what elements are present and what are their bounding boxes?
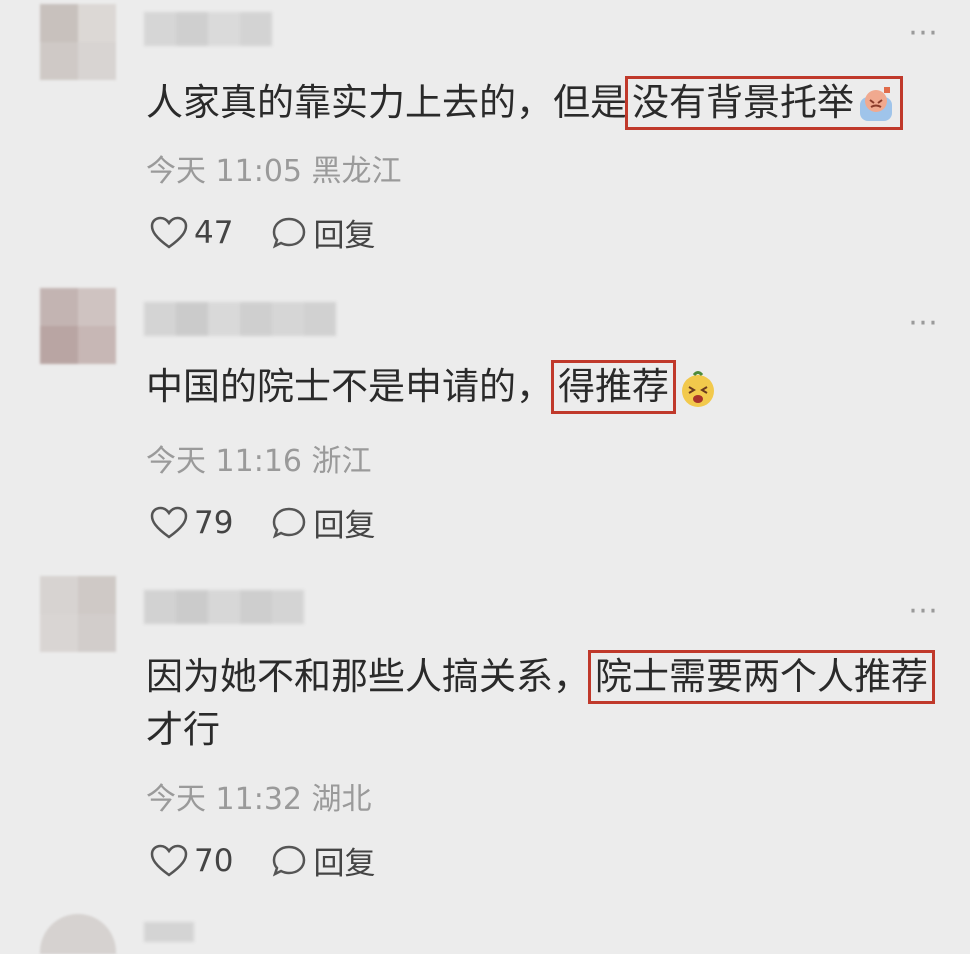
like-button[interactable]: 79 — [150, 505, 233, 541]
avatar-tile — [40, 42, 78, 80]
highlight-box: 院士需要两个人推荐 — [588, 650, 935, 704]
timestamp: 今天 11:16 — [146, 444, 302, 479]
comment-actions: 47 回复 — [150, 210, 413, 255]
avatar-partial[interactable] — [40, 914, 116, 954]
avatar-tile — [78, 288, 116, 326]
username-block — [176, 12, 208, 46]
avatar-tile — [40, 614, 78, 652]
comment-text-after: 才行 — [146, 708, 220, 751]
username-block — [208, 12, 240, 46]
more-options-icon[interactable]: ⋯ — [908, 18, 940, 48]
like-button[interactable]: 47 — [150, 215, 233, 251]
avatar-tile — [40, 288, 78, 326]
comment-text: 人家真的靠实力上去的，但是 没有背景托举 — [146, 76, 903, 130]
reply-button[interactable]: 回复 — [271, 838, 375, 883]
timestamp: 今天 11:05 — [146, 154, 302, 189]
username-blurred[interactable] — [144, 590, 304, 624]
comment-actions: 79 回复 — [150, 500, 413, 545]
username-block — [240, 302, 272, 336]
username-block — [208, 590, 240, 624]
avatar-tile — [78, 576, 116, 614]
username-blurred[interactable] — [144, 12, 272, 46]
avatar-tile — [78, 614, 116, 652]
reply-button[interactable]: 回复 — [271, 500, 375, 545]
heart-icon — [150, 506, 188, 539]
like-count: 47 — [194, 214, 234, 251]
reply-button[interactable]: 回复 — [271, 210, 375, 255]
timestamp: 今天 11:32 — [146, 782, 302, 817]
username-block — [240, 590, 272, 624]
avatar-tile — [40, 576, 78, 614]
heart-icon — [150, 844, 188, 877]
avatar-tile — [78, 4, 116, 42]
avatar[interactable] — [40, 576, 116, 652]
laughing-face-emoji — [682, 370, 714, 407]
like-count: 70 — [194, 842, 234, 879]
username-block — [176, 590, 208, 624]
username-block — [272, 302, 304, 336]
username-block — [304, 302, 336, 336]
avatar-tile — [78, 326, 116, 364]
highlight-text: 得推荐 — [558, 365, 669, 408]
highlight-box: 没有背景托举 — [625, 76, 903, 130]
avatar[interactable] — [40, 288, 116, 364]
comment-text-before: 因为她不和那些人搞关系， — [146, 655, 590, 698]
avatar-tile — [78, 42, 116, 80]
highlight-box: 得推荐 — [551, 360, 676, 414]
comment-text-before: 中国的院士不是申请的， — [146, 365, 553, 408]
comment-text: 因为她不和那些人搞关系， 院士需要两个人推荐 才行 — [146, 650, 935, 756]
username-block — [272, 590, 304, 624]
reply-label: 回复 — [313, 846, 376, 882]
comment-text-before: 人家真的靠实力上去的，但是 — [146, 81, 627, 124]
avatar-tile — [40, 326, 78, 364]
like-count: 79 — [194, 504, 234, 541]
more-options-icon[interactable]: ⋯ — [908, 596, 940, 626]
username-block — [144, 12, 176, 46]
comment-bubble-icon — [273, 845, 306, 876]
heart-icon — [150, 216, 188, 249]
username-block — [176, 302, 208, 336]
comment-text: 中国的院士不是申请的， 得推荐 — [146, 360, 718, 414]
comment-meta: 今天 11:32 湖北 — [146, 774, 372, 818]
highlight-text: 院士需要两个人推荐 — [595, 655, 928, 698]
username-block — [144, 590, 176, 624]
comment-actions: 70 回复 — [150, 838, 413, 883]
comment-meta: 今天 11:05 黑龙江 — [146, 146, 402, 190]
comment-bubble-icon — [273, 217, 306, 248]
username-block — [208, 302, 240, 336]
location: 浙江 — [311, 444, 372, 479]
like-button[interactable]: 70 — [150, 843, 233, 879]
reply-label: 回复 — [313, 508, 376, 544]
username-block — [144, 302, 176, 336]
avatar[interactable] — [40, 4, 116, 80]
username-block — [240, 12, 272, 46]
sweating-face-emoji — [860, 86, 892, 121]
highlight-text: 没有背景托举 — [632, 81, 854, 124]
username-blurred-partial — [144, 922, 194, 942]
reply-label: 回复 — [313, 218, 376, 254]
more-options-icon[interactable]: ⋯ — [908, 308, 940, 338]
location: 黑龙江 — [311, 154, 402, 189]
comment-bubble-icon — [273, 507, 306, 538]
comment-meta: 今天 11:16 浙江 — [146, 436, 372, 480]
avatar-tile — [40, 4, 78, 42]
username-blurred[interactable] — [144, 302, 336, 336]
location: 湖北 — [311, 782, 372, 817]
